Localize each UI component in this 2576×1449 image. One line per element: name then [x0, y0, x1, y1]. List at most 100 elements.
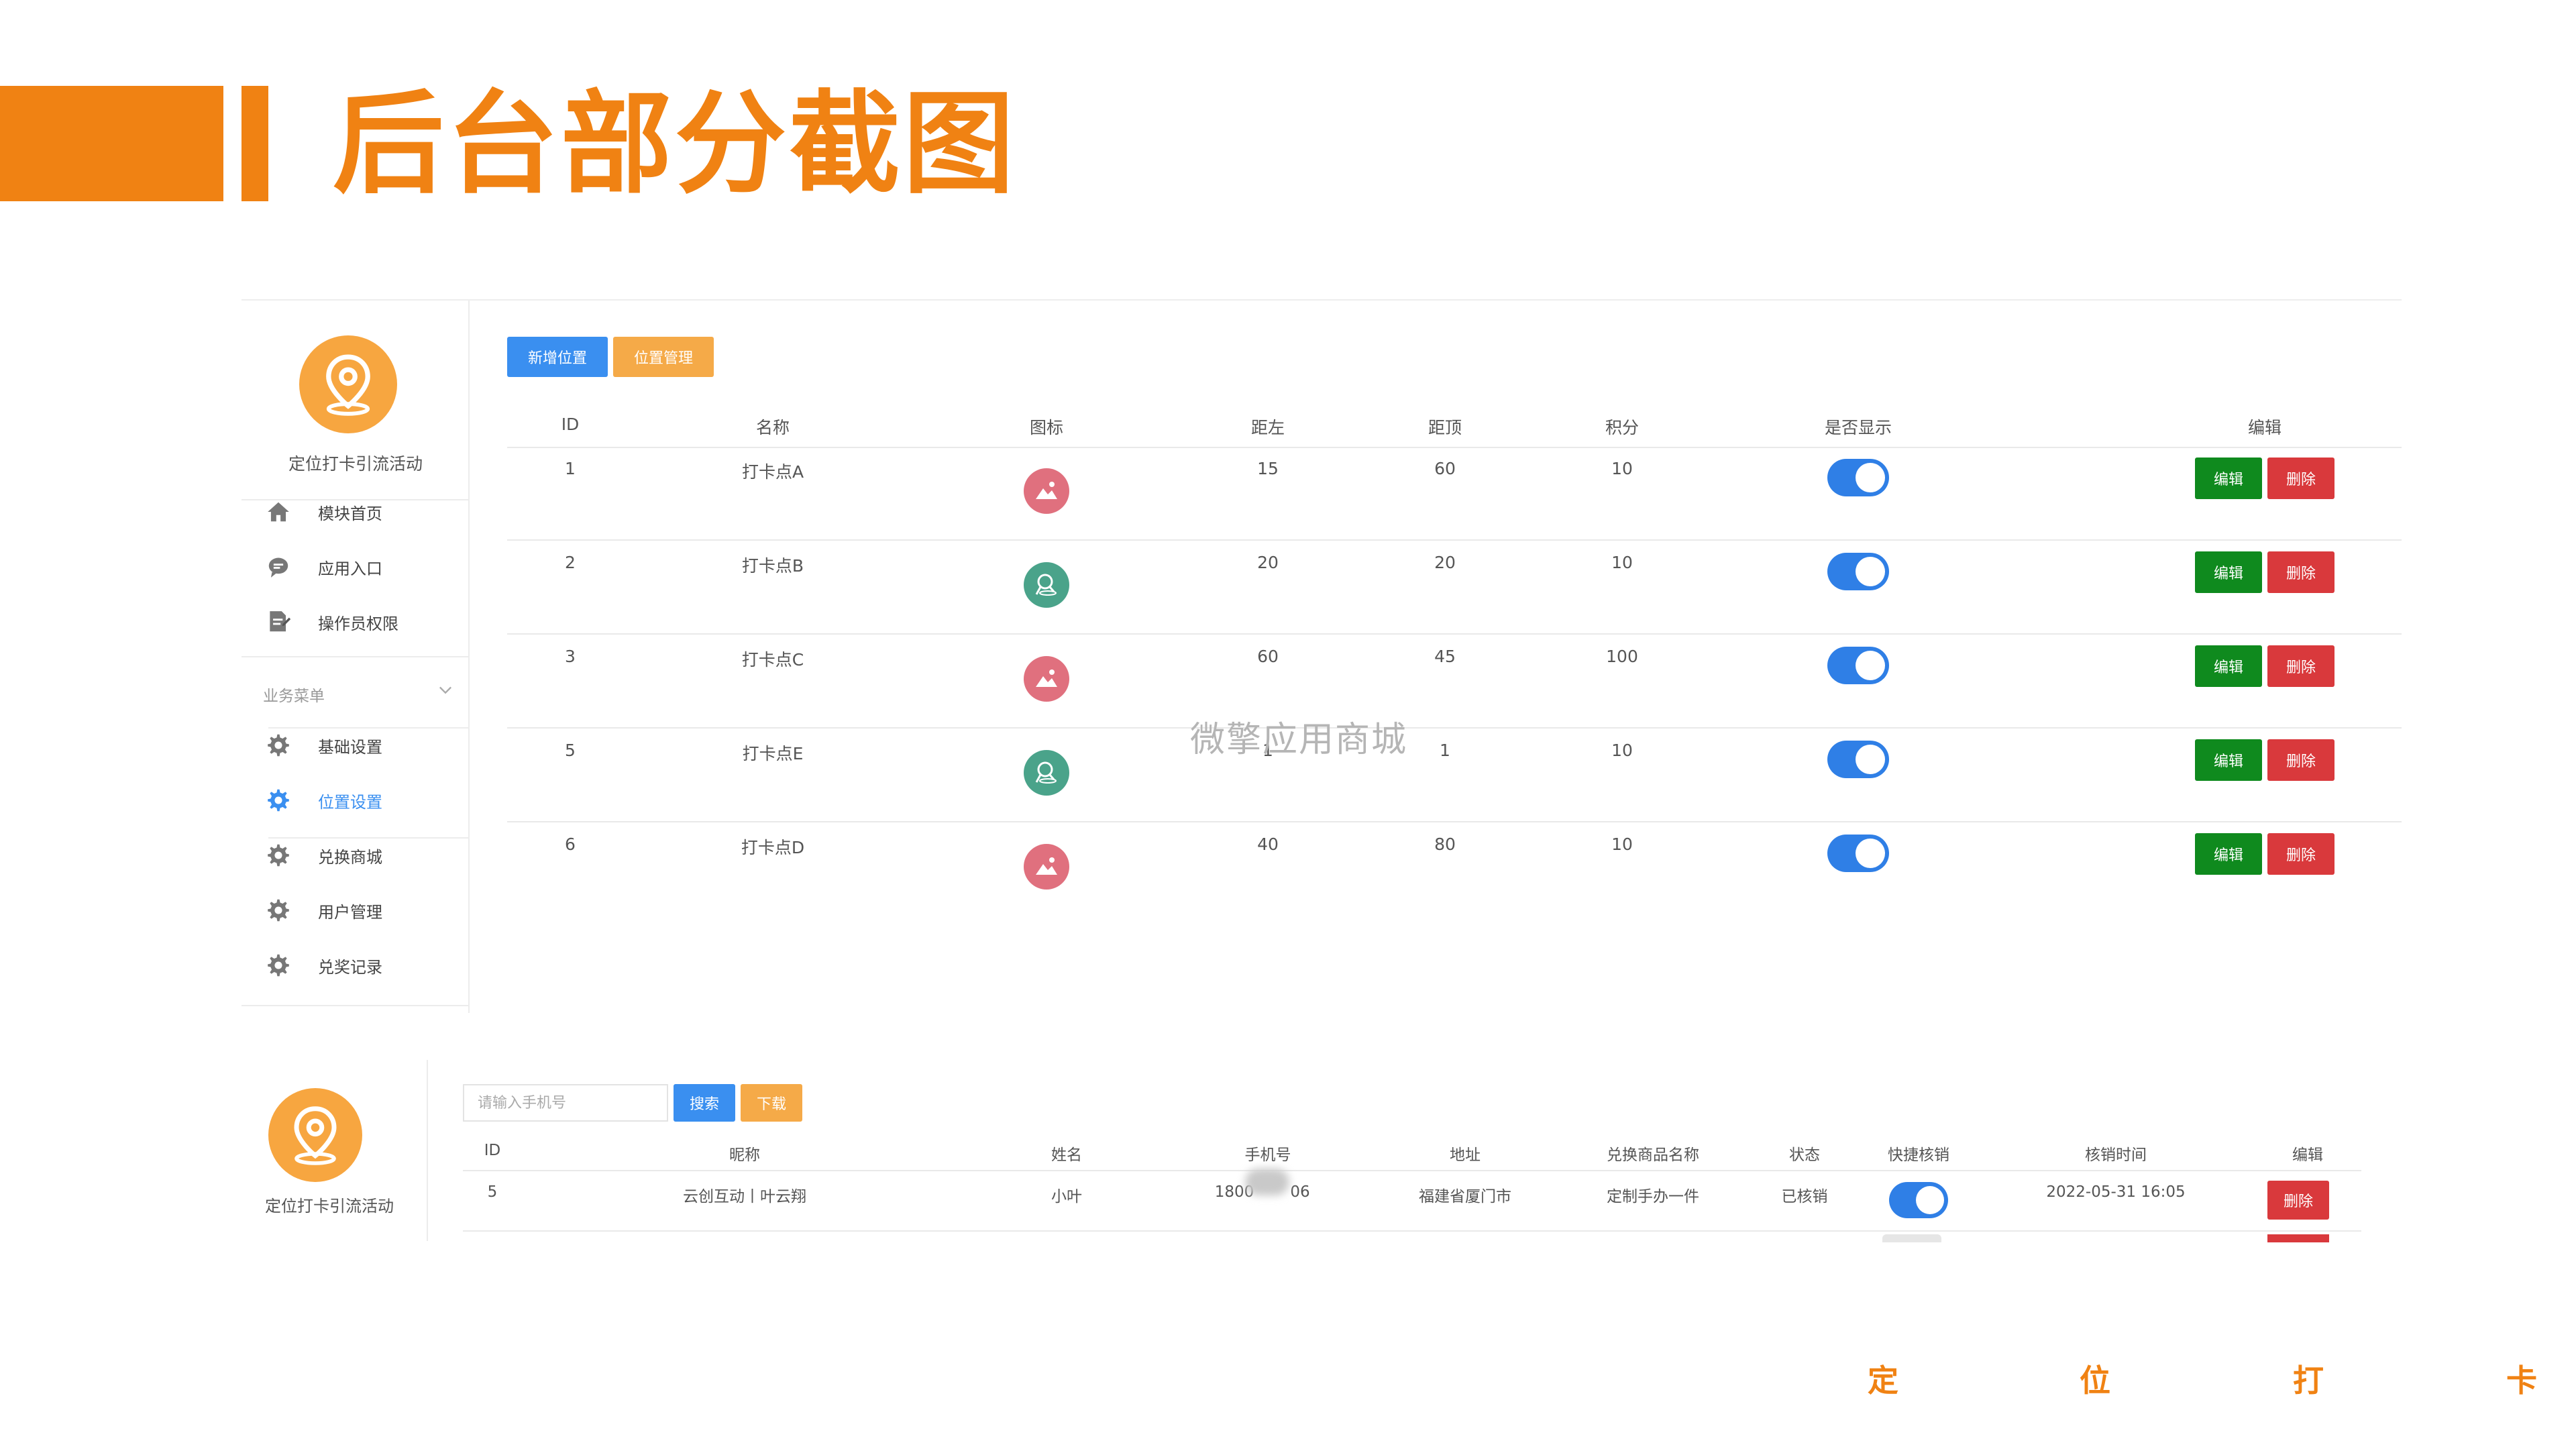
- cell-left: 60: [1257, 647, 1279, 666]
- col-header-edit: 编辑: [2247, 418, 2282, 437]
- row-divider: [507, 539, 2402, 541]
- cell-name: 打卡点D: [741, 838, 805, 857]
- sidebar-item-label: 操作员权限: [318, 614, 398, 633]
- cell-points: 100: [1606, 647, 1638, 666]
- header-accent-bar: [241, 86, 268, 201]
- cell-id: 5: [565, 741, 576, 760]
- delete-button[interactable]: 删除: [2267, 833, 2334, 875]
- visible-toggle[interactable]: [1827, 553, 1889, 590]
- sidebar-item-exchange-mall[interactable]: 兑换商城: [241, 832, 470, 879]
- cell-points: 10: [1611, 835, 1633, 854]
- col-header-top: 距顶: [1428, 418, 1462, 437]
- delete-button[interactable]: 删除: [2267, 1181, 2329, 1220]
- visible-toggle[interactable]: [1827, 741, 1889, 778]
- phone-search-input[interactable]: [463, 1084, 668, 1122]
- col-header-status: 状态: [1789, 1146, 1820, 1164]
- footer-char: 卡: [2506, 1362, 2537, 1399]
- chat-bubble-icon: [266, 554, 291, 580]
- cell-left: 15: [1257, 459, 1279, 478]
- panel2-sidebar: 定位打卡引流活动: [231, 1060, 428, 1241]
- cell-top: 1: [1440, 741, 1450, 760]
- mountain-photo-icon: [1024, 844, 1069, 890]
- mountain-photo-icon: [1024, 468, 1069, 514]
- cell-verify-time: 2022-05-31 16:05: [2046, 1183, 2186, 1201]
- delete-button[interactable]: 删除: [2267, 551, 2334, 593]
- col-header-verify-time: 核销时间: [2085, 1146, 2147, 1164]
- sidebar-item-operator-permissions[interactable]: 操作员权限: [241, 598, 470, 645]
- cell-name: 小叶: [1051, 1188, 1082, 1205]
- visible-toggle[interactable]: [1827, 459, 1889, 496]
- sidebar-item-label: 基础设置: [318, 737, 382, 757]
- cell-status: 已核销: [1781, 1188, 1828, 1205]
- col-header-id: ID: [561, 415, 580, 434]
- edit-button[interactable]: 编辑: [2195, 739, 2262, 781]
- download-button[interactable]: 下载: [741, 1084, 802, 1122]
- section-label-business-menu[interactable]: 业务菜单: [263, 683, 325, 706]
- delete-button[interactable]: 删除: [2267, 645, 2334, 687]
- footer-char: 定: [1868, 1362, 1898, 1399]
- header-divider: [463, 1170, 2361, 1171]
- col-header-name: 名称: [755, 418, 790, 437]
- gear-icon: [266, 733, 291, 758]
- search-button[interactable]: 搜索: [674, 1084, 735, 1122]
- sidebar-item-redemption-records[interactable]: 兑奖记录: [241, 942, 470, 989]
- home-icon: [266, 499, 291, 525]
- app-logo-location-icon: [299, 335, 397, 433]
- sidebar-item-user-management[interactable]: 用户管理: [241, 887, 470, 934]
- delete-button[interactable]: 删除: [2267, 739, 2334, 781]
- col-header-visible: 是否显示: [1824, 418, 1892, 437]
- delete-button[interactable]: 删除: [2267, 458, 2334, 499]
- panel1-top-divider: [241, 299, 2402, 301]
- col-header-points: 积分: [1605, 418, 1640, 437]
- cell-name: 打卡点A: [741, 462, 804, 482]
- location-manage-button[interactable]: 位置管理: [613, 337, 714, 377]
- phone-redaction-blur: [1245, 1169, 1289, 1195]
- cell-top: 20: [1434, 553, 1456, 572]
- sidebar-item-module-home[interactable]: 模块首页: [241, 488, 470, 535]
- sidebar-item-location-settings[interactable]: 位置设置: [241, 777, 470, 824]
- app-name: 定位打卡引流活动: [288, 454, 423, 474]
- col-header-address: 地址: [1450, 1146, 1481, 1164]
- edit-button[interactable]: 编辑: [2195, 833, 2262, 875]
- cell-id: 3: [565, 647, 576, 666]
- gear-icon: [266, 843, 291, 868]
- cell-id: 1: [565, 459, 576, 478]
- visible-toggle[interactable]: [1827, 835, 1889, 872]
- cell-points: 10: [1611, 741, 1633, 760]
- sidebar-item-app-entry[interactable]: 应用入口: [241, 543, 470, 590]
- add-location-button[interactable]: 新增位置: [507, 337, 608, 377]
- col-header-product: 兑换商品名称: [1607, 1146, 1699, 1164]
- cell-name: 打卡点E: [742, 744, 804, 763]
- sidebar-item-basic-settings[interactable]: 基础设置: [241, 722, 470, 769]
- row-divider: [507, 821, 2402, 822]
- cell-id: 6: [565, 835, 576, 854]
- gear-icon: [266, 788, 291, 813]
- col-header-left: 距左: [1250, 418, 1285, 437]
- footer-char: 打: [2293, 1362, 2324, 1399]
- visible-toggle[interactable]: [1827, 647, 1889, 684]
- sidebar-item-label: 应用入口: [318, 559, 382, 578]
- edit-button[interactable]: 编辑: [2195, 551, 2262, 593]
- partial-delete-button: [2267, 1234, 2329, 1242]
- sidebar-item-label: 用户管理: [318, 902, 382, 922]
- sidebar-item-label: 位置设置: [318, 792, 382, 812]
- cell-left: 20: [1257, 553, 1279, 572]
- col-header-phone: 手机号: [1244, 1146, 1291, 1164]
- col-header-quick-verify: 快捷核销: [1888, 1146, 1949, 1164]
- quick-verify-toggle[interactable]: [1889, 1182, 1948, 1218]
- col-header-id: ID: [484, 1142, 501, 1159]
- row-divider: [463, 1230, 2361, 1232]
- document-edit-icon: [266, 609, 291, 635]
- cell-top: 80: [1434, 835, 1456, 854]
- panel1-sidebar: 定位打卡引流活动 模块首页 应用入口 操作员权限 业务菜单 基础设置 位置设置 …: [241, 301, 470, 1013]
- row-divider: [507, 727, 2402, 729]
- watermark: 微擎应用商城: [1190, 720, 1408, 760]
- cell-top: 45: [1434, 647, 1456, 666]
- sidebar-divider: [241, 1005, 470, 1006]
- edit-button[interactable]: 编辑: [2195, 458, 2262, 499]
- edit-button[interactable]: 编辑: [2195, 645, 2262, 687]
- chevron-down-icon[interactable]: [436, 680, 455, 699]
- row-divider: [507, 633, 2402, 635]
- cell-product: 定制手办一件: [1607, 1188, 1699, 1205]
- cell-points: 10: [1611, 459, 1633, 478]
